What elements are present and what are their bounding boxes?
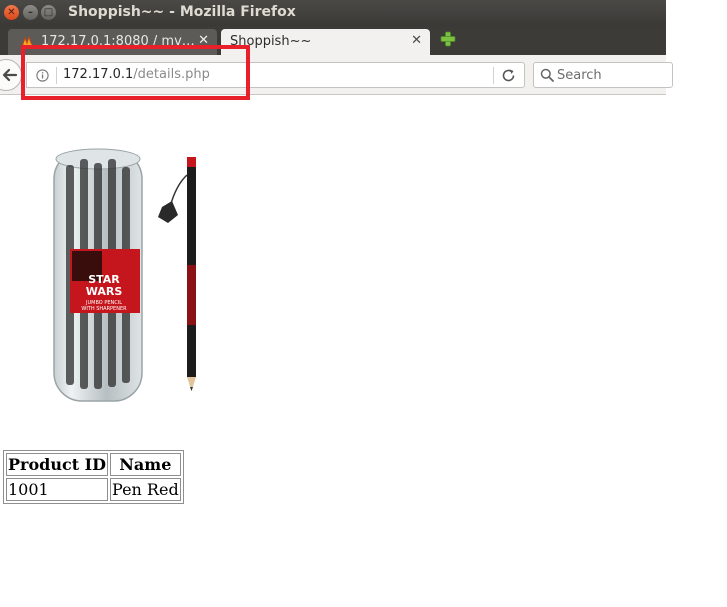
- star-wars-pencil-product-image: STAR WARS JUMBO PENCIL WITH SHARPENER: [53, 148, 196, 402]
- table-header-row: Product ID Name: [6, 453, 181, 476]
- reload-separator: [493, 67, 494, 84]
- search-icon: [540, 68, 554, 82]
- table-row: 1001 Pen Red: [6, 478, 181, 501]
- new-tab-plus-icon[interactable]: [440, 31, 456, 47]
- back-arrow-icon: [2, 68, 18, 82]
- tab-label: Shoppish~~: [230, 34, 312, 49]
- product-details-table: Product ID Name 1001 Pen Red: [3, 450, 184, 504]
- window-titlebar: ✕ – □ Shoppish~~ - Mozilla Firefox: [0, 0, 666, 26]
- window-title: Shoppish~~ - Mozilla Firefox: [68, 4, 296, 20]
- cell-product-id: 1001: [6, 478, 109, 501]
- svg-text:WITH SHARPENER: WITH SHARPENER: [81, 306, 127, 312]
- svg-text:WARS: WARS: [86, 285, 123, 298]
- column-header-name: Name: [110, 453, 181, 476]
- window-maximize-button[interactable]: □: [41, 5, 56, 20]
- back-button[interactable]: [0, 59, 22, 91]
- column-header-product-id: Product ID: [6, 453, 109, 476]
- tab-close-icon[interactable]: ✕: [411, 33, 422, 48]
- window-minimize-button[interactable]: –: [23, 5, 38, 20]
- search-input[interactable]: [557, 66, 657, 84]
- url-highlight-annotation: [21, 45, 250, 100]
- reload-icon[interactable]: [501, 68, 516, 83]
- search-bar[interactable]: [533, 62, 673, 88]
- cell-product-name: Pen Red: [110, 478, 181, 501]
- tab-shoppish[interactable]: Shoppish~~ ✕: [221, 29, 430, 55]
- window-close-button[interactable]: ✕: [4, 5, 19, 20]
